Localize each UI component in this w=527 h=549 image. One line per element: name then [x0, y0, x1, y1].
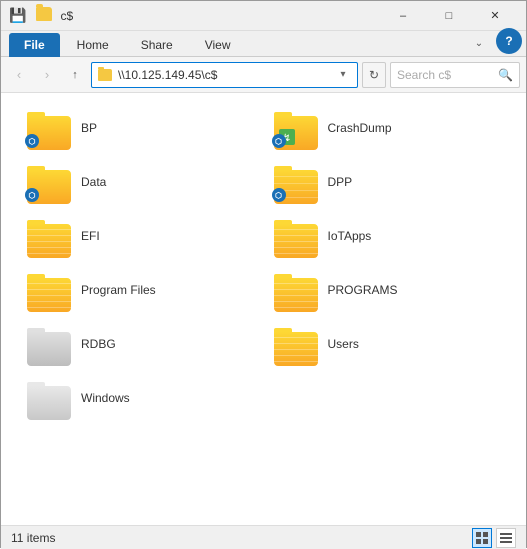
- view-list-button[interactable]: [496, 528, 516, 548]
- file-name: IoTApps: [328, 229, 372, 243]
- address-folder-icon: [98, 69, 112, 81]
- help-button[interactable]: ?: [496, 28, 522, 54]
- tab-home[interactable]: Home: [62, 33, 124, 56]
- tab-file[interactable]: File: [9, 33, 60, 57]
- file-name: CrashDump: [328, 121, 392, 135]
- up-button[interactable]: ↑: [63, 63, 87, 87]
- view-grid-button[interactable]: [472, 528, 492, 548]
- status-bar: 11 items: [1, 525, 526, 549]
- list-item[interactable]: ⬡BP: [17, 101, 264, 155]
- file-grid: ⬡BP↯⬡CrashDump⬡Data⬡DPP EFI IoTApps Program…: [1, 93, 526, 525]
- list-item[interactable]: Program Files: [17, 263, 264, 317]
- file-name: BP: [81, 121, 97, 135]
- search-placeholder: Search c$: [397, 68, 494, 82]
- search-bar[interactable]: Search c$ 🔍: [390, 62, 520, 88]
- tab-share[interactable]: Share: [126, 33, 188, 56]
- title-bar: 💾 c$ – □ ✕: [1, 1, 526, 31]
- file-name: Users: [328, 337, 359, 351]
- tab-view[interactable]: View: [190, 33, 246, 56]
- title-folder-icon: [36, 7, 52, 21]
- search-icon[interactable]: 🔍: [498, 68, 513, 82]
- forward-button[interactable]: ›: [35, 63, 59, 87]
- address-text: \\10.125.149.45\c$: [118, 68, 329, 82]
- quick-access-1: [30, 7, 32, 24]
- title-bar-icons: 💾: [9, 7, 52, 24]
- ribbon-expand-icon[interactable]: ⌄: [466, 30, 492, 56]
- maximize-button[interactable]: □: [426, 1, 472, 31]
- ribbon-tabs: File Home Share View ⌄ ?: [1, 31, 526, 57]
- list-item[interactable]: PROGRAMS: [264, 263, 511, 317]
- nav-bar: ‹ › ↑ \\10.125.149.45\c$ ▾ ↻ Search c$ 🔍: [1, 57, 526, 93]
- list-item[interactable]: RDBG: [17, 317, 264, 371]
- list-item[interactable]: EFI: [17, 209, 264, 263]
- view-icons: [472, 528, 516, 548]
- list-item[interactable]: ⬡Data: [17, 155, 264, 209]
- list-item[interactable]: ⬡DPP: [264, 155, 511, 209]
- list-item[interactable]: Users: [264, 317, 511, 371]
- title-controls: – □ ✕: [380, 1, 518, 31]
- file-name: Program Files: [81, 283, 156, 297]
- file-name: RDBG: [81, 337, 116, 351]
- main-content: ⬡BP↯⬡CrashDump⬡Data⬡DPP EFI IoTApps Program…: [1, 93, 526, 525]
- close-button[interactable]: ✕: [472, 1, 518, 31]
- file-name: Data: [81, 175, 106, 189]
- refresh-button[interactable]: ↻: [362, 62, 386, 88]
- list-item[interactable]: ↯⬡CrashDump: [264, 101, 511, 155]
- list-item[interactable]: IoTApps: [264, 209, 511, 263]
- quick-access-save: 💾: [9, 7, 26, 24]
- file-name: EFI: [81, 229, 100, 243]
- back-button[interactable]: ‹: [7, 63, 31, 87]
- window-title: c$: [60, 9, 380, 23]
- minimize-button[interactable]: –: [380, 1, 426, 31]
- list-item[interactable]: Windows: [17, 371, 264, 425]
- file-name: Windows: [81, 391, 130, 405]
- address-dropdown-arrow[interactable]: ▾: [335, 69, 351, 80]
- address-bar[interactable]: \\10.125.149.45\c$ ▾: [91, 62, 358, 88]
- file-name: DPP: [328, 175, 353, 189]
- item-count: 11 items: [11, 531, 55, 545]
- file-name: PROGRAMS: [328, 283, 398, 297]
